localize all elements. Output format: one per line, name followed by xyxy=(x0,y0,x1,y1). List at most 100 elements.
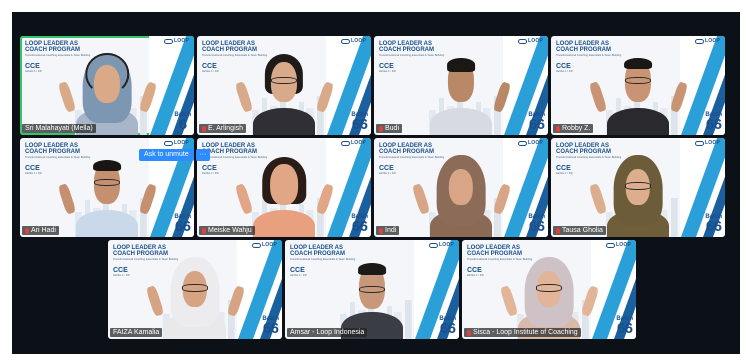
loop-logo-icon xyxy=(164,140,174,146)
loop-logo: LOOP xyxy=(518,38,543,44)
loop-logo: LOOP xyxy=(252,242,277,248)
loop-logo-icon xyxy=(695,38,705,44)
cce-label: CCE xyxy=(556,63,571,70)
loop-logo: LOOP xyxy=(164,38,189,44)
cce-label: CCE xyxy=(379,165,394,172)
batch-badge: Batch 66 xyxy=(705,112,722,133)
participant-video xyxy=(57,154,157,237)
cce-sub-label: LEVEL 1 / ICF xyxy=(25,172,43,175)
cce-sub-label: LEVEL 1 / ICF xyxy=(25,70,43,73)
cce-sub-label: LEVEL 1 / ICF xyxy=(202,172,220,175)
batch-badge: Batch 66 xyxy=(616,316,633,337)
participant-video xyxy=(418,52,511,135)
loop-logo-icon xyxy=(518,140,528,146)
cce-label: CCE xyxy=(113,267,128,274)
headset xyxy=(85,53,129,96)
cce-label: CCE xyxy=(379,63,394,70)
participant-video xyxy=(329,256,416,339)
participant-name-tag: Sri Malahayati (Mella) xyxy=(22,124,96,133)
mic-muted-icon xyxy=(25,227,29,234)
participant-name-tag: Ari Hadi xyxy=(22,226,59,235)
loop-logo: LOOP xyxy=(606,242,631,248)
video-tile-tausa-gholia[interactable]: LOOP LOOP LEADER AS COACH PROGRAM Transf… xyxy=(551,138,725,237)
video-tile-sri-malahayati[interactable]: LOOP LOOP LEADER AS COACH PROGRAM Transf… xyxy=(20,36,194,135)
batch-badge: Batch 66 xyxy=(351,214,368,235)
participant-name-tag: FAIZA Kamalia xyxy=(110,328,163,337)
batch-badge: Batch 66 xyxy=(528,214,545,235)
mic-muted-icon xyxy=(556,125,560,132)
mic-muted-icon xyxy=(202,227,206,234)
video-tile-e-arlingish[interactable]: LOOP LOOP LEADER AS COACH PROGRAM Transf… xyxy=(197,36,371,135)
participant-video xyxy=(588,154,682,237)
cce-sub-label: LEVEL 1 / ICF xyxy=(379,70,397,73)
video-tile-faiza-kamalia[interactable]: LOOP LOOP LEADER AS COACH PROGRAM Transf… xyxy=(108,240,282,339)
batch-badge: Batch 66 xyxy=(262,316,279,337)
participant-video xyxy=(234,154,334,237)
loop-logo: LOOP xyxy=(341,38,366,44)
video-tile-budi[interactable]: LOOP LOOP LEADER AS COACH PROGRAM Transf… xyxy=(374,36,548,135)
participant-name-tag: E. Arlingish xyxy=(199,124,247,133)
participant-name-tag: Amsar - Loop Indonesia xyxy=(287,328,368,337)
loop-logo-icon xyxy=(429,242,439,248)
cce-sub-label: LEVEL 1 / ICF xyxy=(202,70,220,73)
video-tile-sisca[interactable]: LOOP LOOP LEADER AS COACH PROGRAM Transf… xyxy=(462,240,636,339)
cce-sub-label: LEVEL 1 / ICF xyxy=(113,274,131,277)
mic-muted-icon xyxy=(202,125,206,132)
loop-logo: LOOP xyxy=(429,242,454,248)
cce-label: CCE xyxy=(290,267,305,274)
participant-name-tag: Budi xyxy=(376,124,403,133)
cce-label: CCE xyxy=(25,165,40,172)
batch-badge: Batch 66 xyxy=(528,112,545,133)
batch-badge: Batch 66 xyxy=(439,316,456,337)
participant-video xyxy=(145,256,245,339)
video-tile-meiske-wahju[interactable]: LOOP LOOP LEADER AS COACH PROGRAM Transf… xyxy=(197,138,371,237)
video-tile-robby-z[interactable]: LOOP LOOP LEADER AS COACH PROGRAM Transf… xyxy=(551,36,725,135)
cce-sub-label: LEVEL 1 / ICF xyxy=(290,274,308,277)
mic-muted-icon xyxy=(379,125,383,132)
batch-badge: Batch 6 xyxy=(174,112,191,133)
cce-sub-label: LEVEL 1 / ICF xyxy=(467,274,485,277)
cce-sub-label: LEVEL 1 / ICF xyxy=(379,172,397,175)
meeting-gallery: LOOP LOOP LEADER AS COACH PROGRAM Transf… xyxy=(12,12,740,354)
batch-badge: Batch 66 xyxy=(351,112,368,133)
cce-label: CCE xyxy=(202,165,217,172)
loop-logo-icon xyxy=(252,242,262,248)
loop-logo-icon xyxy=(518,38,528,44)
loop-logo-icon xyxy=(606,242,616,248)
cce-sub-label: LEVEL 1 / ICF xyxy=(556,70,574,73)
ask-to-unmute-button[interactable]: Ask to unmute xyxy=(139,149,194,161)
participant-video xyxy=(234,52,334,135)
cce-label: CCE xyxy=(202,63,217,70)
participant-video xyxy=(57,52,157,135)
loop-logo: LOOP xyxy=(695,140,720,146)
participant-name-tag: Indi xyxy=(376,226,400,235)
mic-muted-icon xyxy=(467,329,471,336)
loop-logo: LOOP xyxy=(695,38,720,44)
loop-logo-icon xyxy=(341,140,351,146)
loop-logo: LOOP xyxy=(164,140,189,146)
more-options-button[interactable]: ··· xyxy=(195,149,210,161)
cce-sub-label: LEVEL 1 / ICF xyxy=(556,172,574,175)
loop-logo-icon xyxy=(341,38,351,44)
loop-logo-icon xyxy=(695,140,705,146)
batch-badge: Batch 66 xyxy=(174,214,191,235)
unmute-controls: Ask to unmute ··· xyxy=(139,149,210,161)
cce-label: CCE xyxy=(467,267,482,274)
loop-logo-icon xyxy=(164,38,174,44)
participant-video xyxy=(588,52,688,135)
loop-logo: LOOP xyxy=(341,140,366,146)
mic-muted-icon xyxy=(556,227,560,234)
loop-logo: LOOP xyxy=(518,140,543,146)
participant-video xyxy=(499,256,599,339)
cce-label: CCE xyxy=(25,63,40,70)
cce-label: CCE xyxy=(556,165,571,172)
participant-name-tag: Meiske Wahju xyxy=(199,226,255,235)
participant-name-tag: Robby Z. xyxy=(553,124,594,133)
video-tile-amsar[interactable]: LOOP LOOP LEADER AS COACH PROGRAM Transf… xyxy=(285,240,459,339)
participant-video xyxy=(411,154,511,237)
video-tile-indi[interactable]: LOOP LOOP LEADER AS COACH PROGRAM Transf… xyxy=(374,138,548,237)
batch-badge: Batch 66 xyxy=(705,214,722,235)
participant-name-tag: Tausa Gholia xyxy=(553,226,606,235)
mic-muted-icon xyxy=(379,227,383,234)
participant-name-tag: Sisca - Loop Institute of Coaching xyxy=(464,328,581,337)
